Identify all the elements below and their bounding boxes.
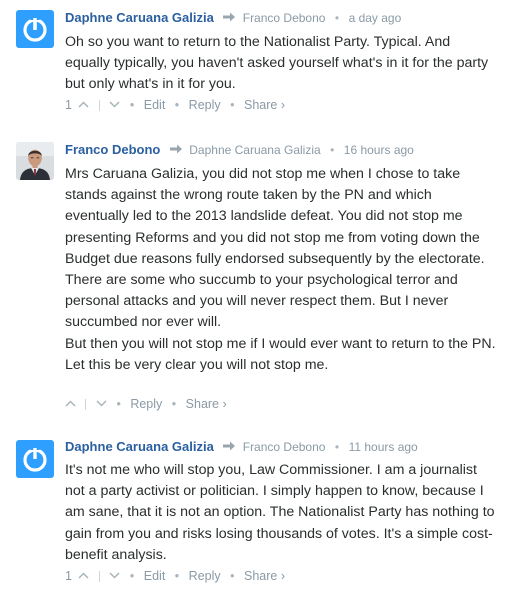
comment-paragraph: There are some who succumb to your psych…: [65, 272, 458, 331]
comment-header: Daphne Caruana Galizia Franco Debono • 1…: [65, 437, 502, 457]
upvote-icon[interactable]: [78, 572, 89, 579]
reply-link[interactable]: Reply: [189, 98, 221, 112]
bullet-separator: •: [129, 98, 135, 112]
edit-link[interactable]: Edit: [144, 98, 166, 112]
share-link[interactable]: Share ›: [186, 397, 227, 411]
reply-to-arrow-icon: [169, 144, 182, 154]
reply-link[interactable]: Reply: [130, 397, 162, 411]
reply-to-name[interactable]: Franco Debono: [243, 440, 326, 454]
author-name[interactable]: Daphne Caruana Galizia: [65, 439, 214, 454]
comment-header: Daphne Caruana Galizia Franco Debono • a…: [65, 8, 502, 28]
share-link[interactable]: Share ›: [244, 569, 285, 583]
bullet-separator: •: [334, 11, 340, 25]
downvote-icon[interactable]: [109, 101, 120, 108]
comment-header: Franco Debono Daphne Caruana Galizia • 1…: [65, 140, 502, 160]
share-link[interactable]: Share ›: [244, 98, 285, 112]
comment-paragraph: It's not me who will stop you, Law Commi…: [65, 462, 495, 563]
comment-paragraph: Mrs Caruana Galizia, you did not stop me…: [65, 166, 485, 267]
disqus-logo-icon[interactable]: [16, 440, 54, 478]
upvote-icon[interactable]: [65, 400, 76, 407]
comment-footer: • Reply • Share ›: [65, 395, 227, 413]
vote-count: 1: [65, 98, 72, 112]
comment-body: It's not me who will stop you, Law Commi…: [65, 460, 496, 566]
bullet-separator: •: [334, 440, 340, 454]
reply-link[interactable]: Reply: [189, 569, 221, 583]
bullet-separator: •: [174, 569, 180, 583]
reply-to-arrow-icon: [223, 12, 236, 22]
comment-footer: 1 • Edit • Reply • Share ›: [65, 567, 285, 585]
bullet-separator: •: [171, 397, 177, 411]
bullet-separator: •: [330, 143, 335, 157]
bullet-separator: •: [174, 98, 180, 112]
upvote-icon[interactable]: [78, 101, 89, 108]
bullet-separator: •: [129, 569, 135, 583]
vote-divider: [98, 99, 100, 111]
author-name[interactable]: Daphne Caruana Galizia: [65, 10, 214, 25]
comment-footer: 1 • Edit • Reply • Share ›: [65, 96, 285, 114]
reply-to-arrow-icon: [223, 441, 236, 451]
timestamp[interactable]: 16 hours ago: [344, 143, 414, 157]
bullet-separator: •: [230, 98, 235, 112]
vote-count: 1: [65, 569, 72, 583]
downvote-icon[interactable]: [109, 572, 120, 579]
disqus-logo-icon[interactable]: [16, 10, 54, 48]
edit-link[interactable]: Edit: [144, 569, 166, 583]
comment-body: Oh so you want to return to the National…: [65, 32, 496, 96]
timestamp[interactable]: a day ago: [349, 11, 402, 25]
user-photo[interactable]: [16, 142, 54, 180]
reply-to-name[interactable]: Daphne Caruana Galizia: [189, 143, 320, 157]
author-name[interactable]: Franco Debono: [65, 142, 160, 157]
vote-divider: [85, 398, 87, 410]
downvote-icon[interactable]: [96, 400, 107, 407]
comment-1: Daphne Caruana Galizia Franco Debono • a…: [0, 8, 508, 120]
vote-divider: [98, 570, 100, 582]
bullet-separator: •: [116, 397, 121, 411]
comment-paragraph: But then you will not stop me if I would…: [65, 335, 496, 373]
bullet-separator: •: [230, 569, 235, 583]
comment-paragraph: Oh so you want to return to the National…: [65, 34, 489, 93]
comment-2: Franco Debono Daphne Caruana Galizia • 1…: [0, 140, 508, 415]
reply-to-name[interactable]: Franco Debono: [243, 11, 326, 25]
comment-3: Daphne Caruana Galizia Franco Debono • 1…: [0, 437, 508, 587]
timestamp[interactable]: 11 hours ago: [349, 440, 418, 454]
comment-body: Mrs Caruana Galizia, you did not stop me…: [65, 164, 496, 376]
